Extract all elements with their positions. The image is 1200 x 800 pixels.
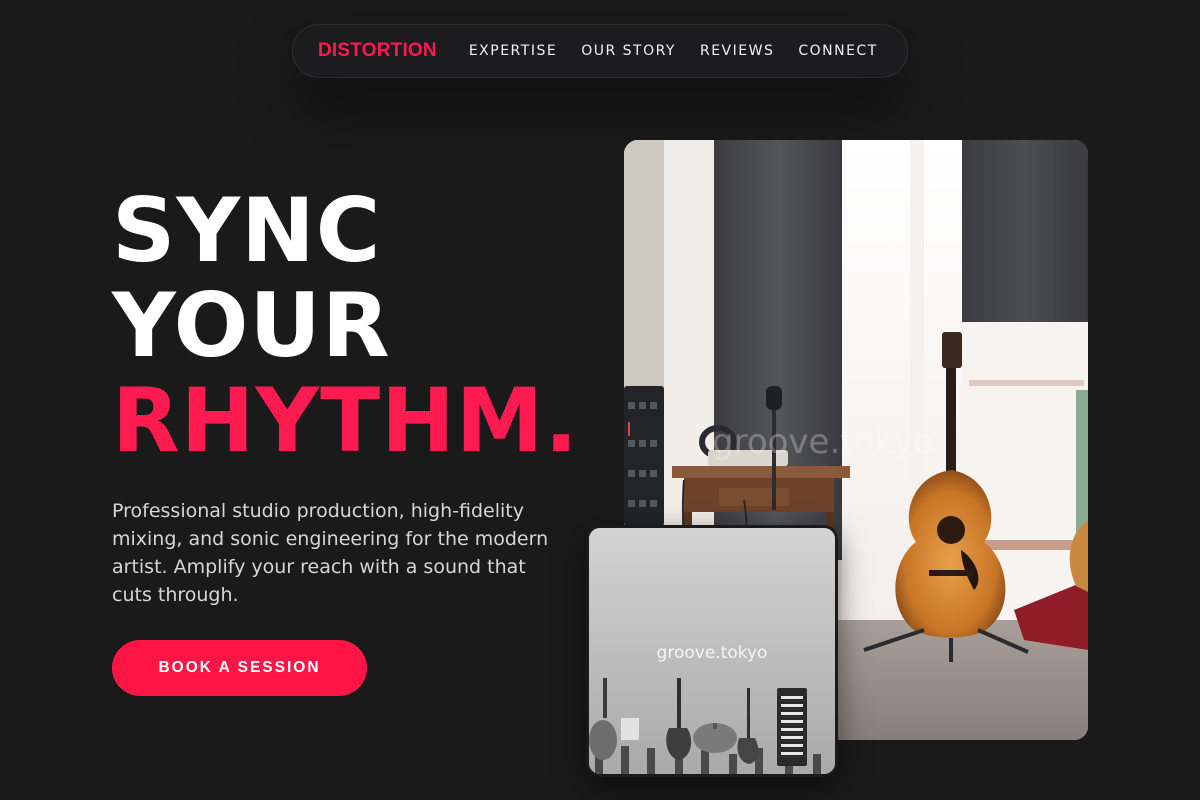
nav-link-connect[interactable]: CONNECT xyxy=(798,43,877,59)
brand-logo[interactable]: DISTORTION xyxy=(318,40,437,62)
nav-link-expertise[interactable]: EXPERTISE xyxy=(469,43,557,59)
nav-link-reviews[interactable]: REVIEWS xyxy=(700,43,774,59)
nav-link-our-story[interactable]: OUR STORY xyxy=(581,43,676,59)
hero-headline: SYNC YOUR RHYTHM. xyxy=(112,183,579,468)
headline-line-rhythm: RHYTHM. xyxy=(112,369,579,472)
book-session-button[interactable]: BOOK A SESSION xyxy=(112,640,367,696)
instruments-photo-illustration xyxy=(589,528,835,774)
headline-line-your: YOUR xyxy=(112,274,391,377)
hero-subtitle: Professional studio production, high-fid… xyxy=(112,500,549,606)
instruments-photo: groove.tokyo xyxy=(586,525,838,777)
landing-page: DISTORTION EXPERTISE OUR STORY REVIEWS C… xyxy=(0,0,1200,800)
headline-line-sync: SYNC xyxy=(112,179,382,282)
top-navigation: DISTORTION EXPERTISE OUR STORY REVIEWS C… xyxy=(292,24,908,78)
